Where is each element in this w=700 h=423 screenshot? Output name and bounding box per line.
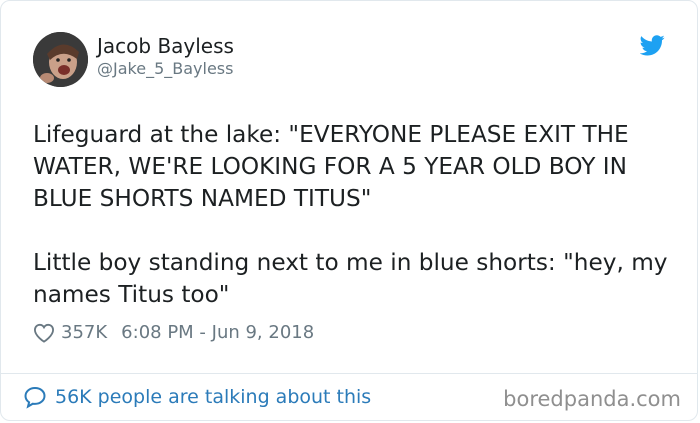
twitter-bird-icon[interactable] (640, 35, 665, 56)
tweet-paragraph-1: Lifeguard at the lake: "EVERYONE PLEASE … (33, 121, 629, 212)
like-count[interactable]: 357K (61, 322, 107, 343)
author-name[interactable]: Jacob Bayless (97, 34, 234, 58)
speech-bubble-icon (24, 386, 46, 409)
tweet-card: Jacob Bayless @Jake_5_Bayless Lifeguard … (0, 0, 698, 421)
tweet-text: Lifeguard at the lake: "EVERYONE PLEASE … (33, 119, 673, 311)
divider (1, 373, 697, 374)
tweet-timestamp[interactable]: 6:08 PM - Jun 9, 2018 (121, 322, 314, 343)
talking-about-link[interactable]: 56K people are talking about this (23, 385, 371, 409)
author-handle[interactable]: @Jake_5_Bayless (97, 59, 233, 78)
talking-about-label[interactable]: 56K people are talking about this (55, 386, 371, 408)
watermark: boredpanda.com (503, 387, 681, 411)
tweet-meta: 357K 6:08 PM - Jun 9, 2018 (33, 322, 314, 343)
avatar[interactable] (33, 32, 88, 87)
tweet-paragraph-2: Little boy standing next to me in blue s… (33, 249, 668, 308)
heart-icon[interactable] (33, 323, 55, 343)
